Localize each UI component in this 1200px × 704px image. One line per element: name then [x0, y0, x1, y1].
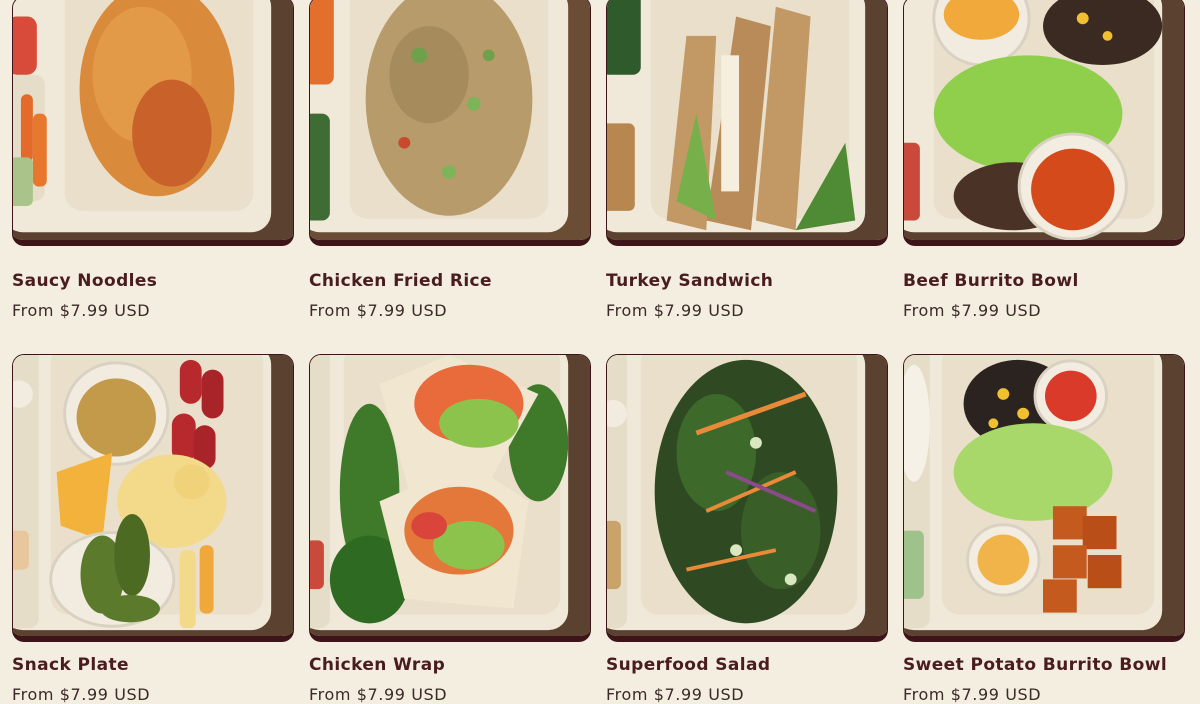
product-card[interactable]: Turkey Sandwich From $7.99 USD: [606, 0, 890, 320]
product-price: From $7.99 USD: [606, 301, 745, 320]
product-image[interactable]: [309, 354, 591, 642]
product-card[interactable]: Sweet Potato Burrito Bowl From $7.99 USD: [903, 354, 1187, 704]
product-price: From $7.99 USD: [903, 685, 1042, 704]
product-card[interactable]: Chicken Wrap From $7.99 USD: [309, 354, 593, 704]
product-title[interactable]: Sweet Potato Burrito Bowl: [903, 655, 1167, 675]
product-title[interactable]: Beef Burrito Bowl: [903, 271, 1079, 291]
product-image[interactable]: [12, 0, 294, 246]
product-card[interactable]: Saucy Noodles From $7.99 USD: [12, 0, 296, 320]
product-card[interactable]: Chicken Fried Rice From $7.99 USD: [309, 0, 593, 320]
product-grid: Saucy Noodles From $7.99 USD Chicken Fri…: [0, 0, 1200, 704]
product-title[interactable]: Chicken Wrap: [309, 655, 445, 675]
product-price: From $7.99 USD: [12, 685, 151, 704]
product-card[interactable]: Snack Plate From $7.99 USD: [12, 354, 296, 704]
product-title[interactable]: Saucy Noodles: [12, 271, 157, 291]
product-image[interactable]: [903, 0, 1185, 246]
product-price: From $7.99 USD: [606, 685, 745, 704]
product-title[interactable]: Snack Plate: [12, 655, 129, 675]
product-image[interactable]: [606, 354, 888, 642]
product-price: From $7.99 USD: [309, 301, 448, 320]
product-title[interactable]: Turkey Sandwich: [606, 271, 773, 291]
product-card[interactable]: Superfood Salad From $7.99 USD: [606, 354, 890, 704]
product-price: From $7.99 USD: [12, 301, 151, 320]
product-image[interactable]: [12, 354, 294, 642]
product-image[interactable]: [309, 0, 591, 246]
product-title[interactable]: Superfood Salad: [606, 655, 770, 675]
product-price: From $7.99 USD: [309, 685, 448, 704]
product-price: From $7.99 USD: [903, 301, 1042, 320]
product-image[interactable]: [606, 0, 888, 246]
product-title[interactable]: Chicken Fried Rice: [309, 271, 492, 291]
product-card[interactable]: Beef Burrito Bowl From $7.99 USD: [903, 0, 1187, 320]
product-image[interactable]: [903, 354, 1185, 642]
